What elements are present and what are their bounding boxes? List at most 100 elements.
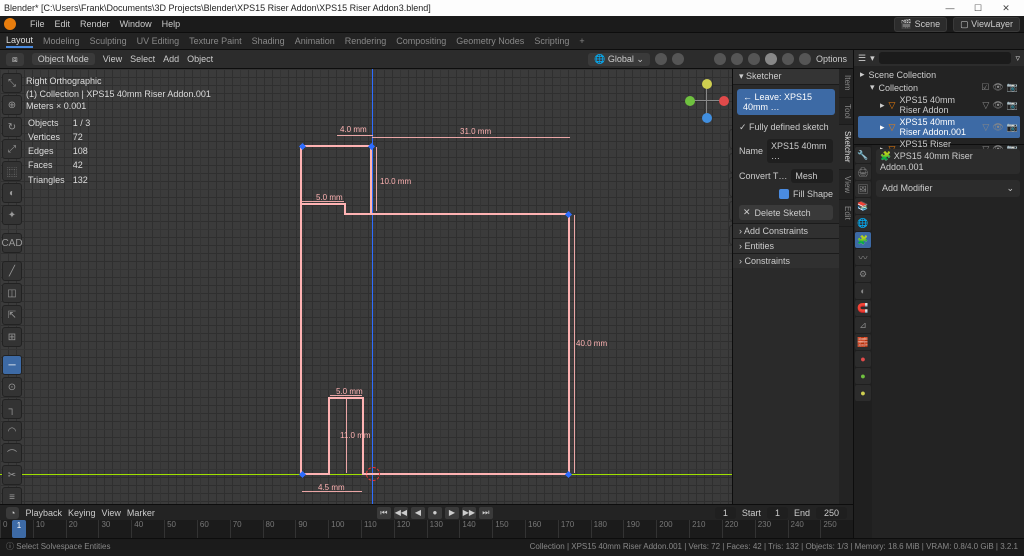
gizmo-axis-x[interactable] [719,96,729,106]
sub-constraints[interactable]: › Constraints [733,253,839,268]
n-tab-sketcher[interactable]: Sketcher [839,125,853,170]
tool-17[interactable]: ✂ [2,465,22,485]
tool-14[interactable]: ┐ [2,399,22,419]
fill-shape-checkbox[interactable] [779,189,789,199]
tool-3[interactable]: ⤢ [2,139,22,159]
menu-window[interactable]: Window [120,19,152,29]
n-tab-view[interactable]: View [839,170,853,200]
orientation-selector[interactable]: 🌐 Global ⌄ [588,53,650,66]
prop-tab-13[interactable]: ● [855,368,871,384]
tool-7[interactable]: CAD [2,233,22,253]
tab-sculpting[interactable]: Sculpting [90,36,127,46]
mode-selector[interactable]: Object Mode [32,53,95,65]
transport-2[interactable]: ◀ [411,507,425,519]
n-tab-item[interactable]: Item [839,69,853,98]
scene-selector[interactable]: 🎬 Scene [894,17,947,32]
shading-rendered[interactable] [799,53,811,65]
timeline-editor-icon[interactable]: ◔ [6,507,19,519]
prop-tab-4[interactable]: 🌐 [855,215,871,231]
transport-4[interactable]: ▶ [445,507,459,519]
leave-sketch-button[interactable]: ← Leave: XPS15 40mm … [737,89,835,115]
tl-menu-playback[interactable]: Playback [25,508,62,518]
tool-10[interactable]: ⇱ [2,305,22,325]
tab-shading[interactable]: Shading [252,36,285,46]
gizmo-axis-z[interactable] [702,113,712,123]
menu-file[interactable]: File [30,19,45,29]
menu-help[interactable]: Help [162,19,181,29]
tool-15[interactable]: ◠ [2,421,22,441]
n-tab-tool[interactable]: Tool [839,98,853,126]
tool-6[interactable]: ✦ [2,205,22,225]
sub-entities[interactable]: › Entities [733,238,839,253]
n-tab-edit[interactable]: Edit [839,200,853,227]
shading-wire[interactable] [748,53,760,65]
outliner-filter[interactable]: ▿ [1015,53,1020,64]
sub-add-constraints[interactable]: › Add Constraints [733,223,839,238]
vp-menu-object[interactable]: Object [187,54,213,64]
tool-4[interactable]: ⿴ [2,161,22,181]
tab-animation[interactable]: Animation [295,36,335,46]
tab-geonodes[interactable]: Geometry Nodes [456,36,524,46]
tool-1[interactable]: ⊕ [2,95,22,115]
transport-0[interactable]: ⏮ [377,507,391,519]
outliner-item[interactable]: ▸▽XPS15 40mm Riser Addon▽👁📷 [858,94,1020,116]
viewlayer-selector[interactable]: ▢ ViewLayer [953,17,1020,32]
add-modifier-button[interactable]: Add Modifier⌄ [876,180,1020,197]
outliner-item[interactable]: ▸Scene Collection [858,68,1020,81]
vp-menu-add[interactable]: Add [163,54,179,64]
transport-6[interactable]: ⏭ [479,507,493,519]
prop-tab-3[interactable]: 📚 [855,198,871,214]
transport-1[interactable]: ◀◀ [394,507,408,519]
props-breadcrumb[interactable]: 🧩 XPS15 40mm Riser Addon.001 [876,149,1020,174]
nav-gizmo[interactable] [685,79,729,123]
prop-tab-10[interactable]: ⊿ [855,317,871,333]
vp-menu-view[interactable]: View [103,54,122,64]
window-min-button[interactable]: — [936,3,964,13]
outliner-display-mode[interactable]: ▾ [870,53,875,64]
transport-5[interactable]: ▶▶ [462,507,476,519]
tl-menu-keying[interactable]: Keying [68,508,96,518]
tab-modeling[interactable]: Modeling [43,36,80,46]
options-popover[interactable]: Options [816,54,847,64]
tool-0[interactable]: ⤡ [2,73,22,93]
tool-12[interactable]: ─ [2,355,22,375]
prop-tab-11[interactable]: 🧱 [855,334,871,350]
viewport-canvas[interactable]: Right Orthographic (1) Collection | XPS1… [0,69,853,504]
prop-tab-2[interactable]: 🖼 [855,181,871,197]
outliner-editor-icon[interactable]: ☰ [858,53,866,64]
panel-sketcher-header[interactable]: ▾ Sketcher [733,69,839,85]
shading-matprev[interactable] [782,53,794,65]
outliner-item[interactable]: ▸▽XPS15 40mm Riser Addon.001▽👁📷 [858,116,1020,138]
tool-5[interactable]: ◐ [2,183,22,203]
tab-scripting[interactable]: Scripting [534,36,569,46]
outliner-item[interactable]: ▾Collection☑👁📷 [858,81,1020,94]
tool-13[interactable]: ⊙ [2,377,22,397]
tab-rendering[interactable]: Rendering [345,36,387,46]
tool-11[interactable]: ⊞ [2,327,22,347]
tool-18[interactable]: ≡ [2,487,22,504]
delete-sketch-button[interactable]: ✕Delete Sketch [739,205,833,220]
prop-tab-6[interactable]: 〰 [855,249,871,265]
shading-solid[interactable] [765,53,777,65]
overlay-toggle[interactable] [714,53,726,65]
tool-8[interactable]: ╱ [2,261,22,281]
prop-tab-9[interactable]: 🧲 [855,300,871,316]
tool-16[interactable]: ⌒ [2,443,22,463]
prop-tab-1[interactable]: 🖨 [855,164,871,180]
proportional-toggle[interactable] [672,53,684,65]
menu-render[interactable]: Render [80,19,110,29]
convert-type-select[interactable]: Mesh [791,169,833,183]
menu-edit[interactable]: Edit [55,19,71,29]
prop-tab-7[interactable]: ⚙ [855,266,871,282]
sketch-name-field[interactable]: XPS15 40mm … [767,139,833,163]
timeline-ruler[interactable]: 0102030405060708090100110120130140150160… [0,520,853,538]
vp-menu-select[interactable]: Select [130,54,155,64]
tl-menu-marker[interactable]: Marker [127,508,155,518]
tool-9[interactable]: ◫ [2,283,22,303]
tab-add[interactable]: + [579,36,584,46]
snap-toggle[interactable] [655,53,667,65]
frame-start[interactable]: 1 [767,507,788,519]
outliner-search[interactable] [879,52,1012,64]
tool-2[interactable]: ↻ [2,117,22,137]
tl-menu-view[interactable]: View [102,508,121,518]
